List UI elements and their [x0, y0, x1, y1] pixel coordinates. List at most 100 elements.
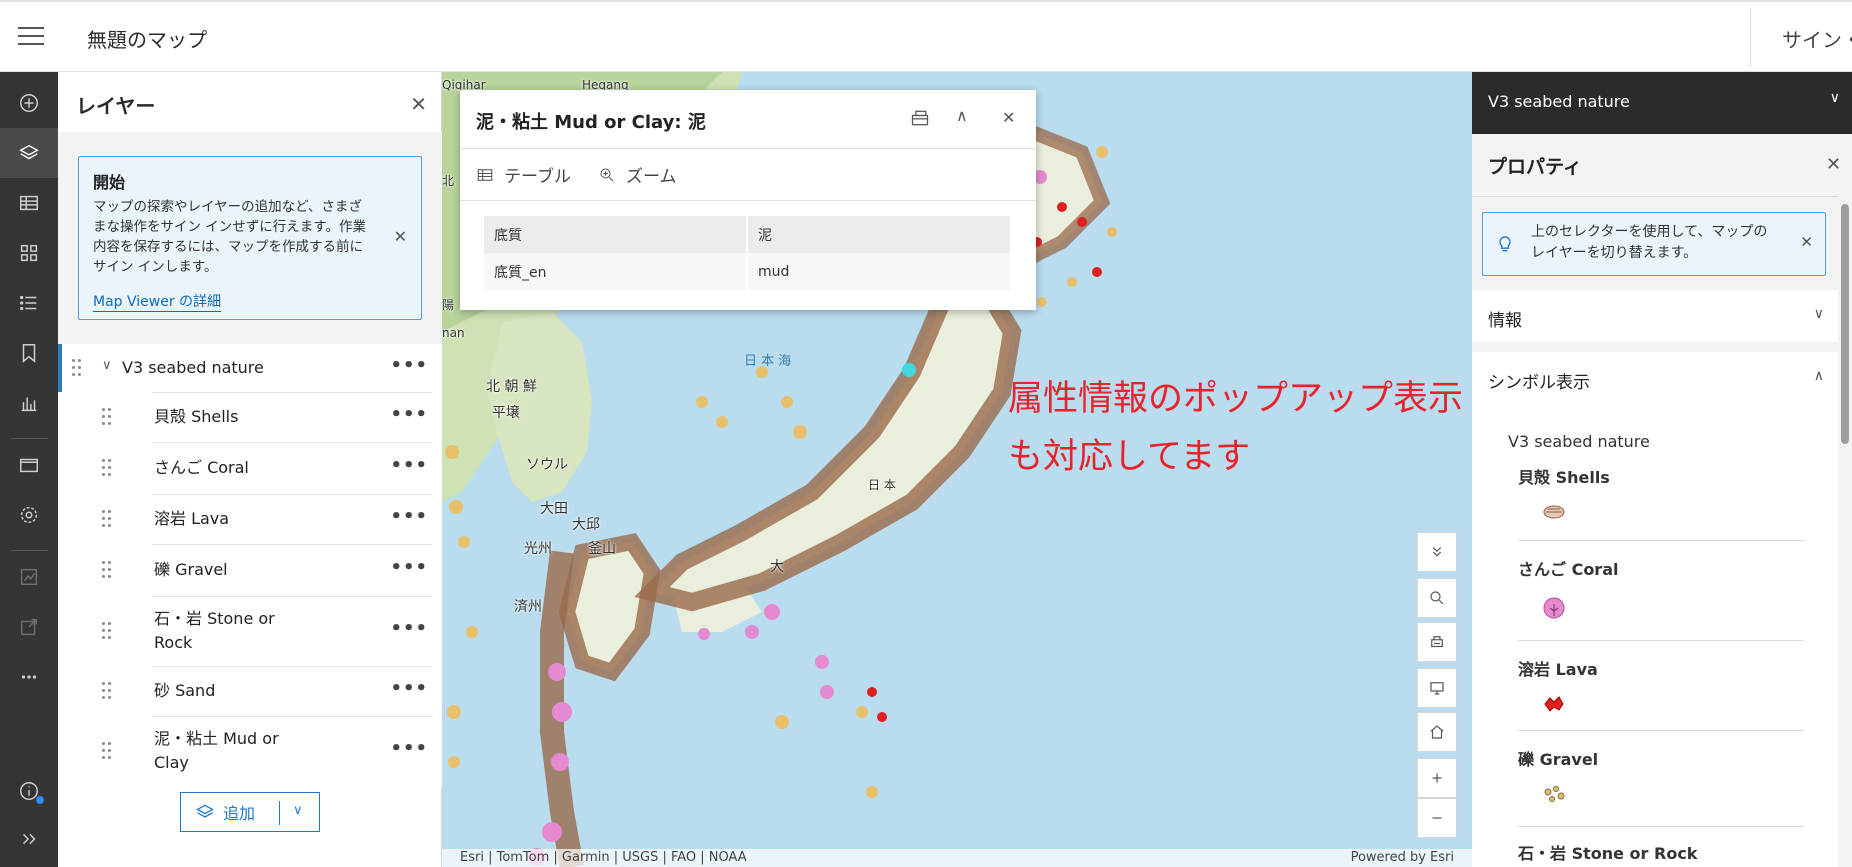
- close-icon[interactable]: ✕: [1800, 233, 1813, 251]
- zoom-in-icon[interactable]: [1417, 758, 1457, 798]
- bookmark-icon[interactable]: [0, 328, 58, 378]
- chart-icon[interactable]: [0, 378, 58, 428]
- layer-row[interactable]: 礫 Gravel •••: [58, 544, 442, 596]
- zoom-action[interactable]: ズーム: [598, 162, 677, 187]
- table-row: 底質_en mud: [484, 253, 1012, 290]
- more-options-icon[interactable]: •••: [390, 678, 428, 699]
- layer-label: 泥・粘土 Mud or Clay: [154, 729, 279, 772]
- layer-label: 礫 Gravel: [154, 560, 228, 579]
- chevron-down-icon[interactable]: ∨: [1830, 90, 1840, 106]
- map-label: ソウル: [526, 457, 568, 473]
- dock-icon[interactable]: [910, 108, 930, 132]
- more-options-icon[interactable]: •••: [390, 506, 428, 527]
- layers-icon[interactable]: [0, 128, 58, 178]
- layer-group-row[interactable]: ∨ V3 seabed nature •••: [58, 344, 442, 392]
- menu-icon[interactable]: [18, 27, 44, 47]
- more-options-icon[interactable]: •••: [390, 355, 428, 376]
- layer-label: 砂 Sand: [154, 681, 216, 700]
- section-label: シンボル表示: [1488, 373, 1590, 393]
- layer-row[interactable]: 溶岩 Lava •••: [58, 494, 442, 544]
- drag-handle-icon[interactable]: [102, 408, 112, 426]
- close-icon[interactable]: ✕: [1002, 108, 1015, 127]
- list-icon[interactable]: [0, 278, 58, 328]
- gear-icon[interactable]: [0, 490, 58, 540]
- notification-dot: [36, 796, 44, 804]
- chevron-up-icon[interactable]: ∧: [1814, 368, 1824, 384]
- drag-handle-icon[interactable]: [102, 561, 112, 579]
- legend-label: 石・岩 Stone or Rock: [1518, 844, 1698, 863]
- close-icon[interactable]: ✕: [1826, 154, 1841, 175]
- layer-row[interactable]: 貝殻 Shells •••: [58, 392, 442, 442]
- search-icon[interactable]: [1417, 578, 1457, 618]
- map-label: nan: [442, 326, 465, 340]
- drag-handle-icon[interactable]: [102, 742, 112, 760]
- layers-panel: レイヤー ✕ 開始 マップの探索やレイヤーの追加など、さまざまな操作をサイン イ…: [58, 72, 442, 867]
- popup-title: 泥・粘土 Mud or Clay: 泥: [476, 112, 706, 133]
- drag-handle-icon[interactable]: [102, 459, 112, 477]
- close-icon[interactable]: ✕: [410, 92, 427, 116]
- zoom-out-icon[interactable]: [1417, 798, 1457, 838]
- attribution-text[interactable]: Esri | TomTom | Garmin | USGS | FAO | NO…: [460, 850, 747, 865]
- tool-rail: [0, 72, 58, 867]
- divider: [10, 438, 48, 439]
- layer-row[interactable]: 泥・粘土 Mud or Clay •••: [58, 716, 442, 786]
- symbology-section: シンボル表示 ∧: [1472, 352, 1838, 867]
- more-options-icon[interactable]: •••: [390, 618, 428, 639]
- more-options-icon[interactable]: •••: [390, 404, 428, 425]
- drag-handle-icon[interactable]: [102, 622, 112, 640]
- table-action[interactable]: テーブル: [476, 162, 571, 187]
- map-label: 済州: [514, 599, 542, 615]
- table-icon[interactable]: [0, 178, 58, 228]
- map-label: 釜山: [588, 541, 616, 557]
- field-value: mud: [747, 253, 1012, 290]
- drag-handle-icon[interactable]: [102, 510, 112, 528]
- attribution-bar: Esri | TomTom | Garmin | USGS | FAO | NO…: [442, 849, 1472, 867]
- layer-group-label: V3 seabed nature: [122, 358, 264, 377]
- feature-popup: 泥・粘土 Mud or Clay: 泥 ∧ ✕ テーブル ズーム 底質 泥 底質…: [460, 90, 1036, 310]
- map-viewer-link[interactable]: Map Viewer の詳細: [93, 291, 222, 312]
- sign-in-button[interactable]: サイン・: [1782, 24, 1852, 53]
- more-options-icon[interactable]: •••: [390, 455, 428, 476]
- layer-row[interactable]: 砂 Sand •••: [58, 666, 442, 716]
- more-icon[interactable]: [0, 652, 58, 702]
- chevron-up-icon[interactable]: ∧: [956, 106, 968, 125]
- chevron-down-icon[interactable]: ∨: [102, 358, 112, 373]
- powered-by-text[interactable]: Powered by Esri: [1351, 850, 1454, 865]
- more-options-icon[interactable]: •••: [390, 738, 428, 759]
- print-icon[interactable]: [1417, 622, 1457, 662]
- more-options-icon[interactable]: •••: [390, 557, 428, 578]
- expand-icon[interactable]: [0, 814, 58, 864]
- layer-label: さんご Coral: [154, 458, 249, 477]
- map-label: 大邱: [572, 517, 600, 533]
- drag-handle-icon[interactable]: [72, 359, 82, 377]
- layer-label: 溶岩 Lava: [154, 509, 230, 528]
- layer-row[interactable]: 石・岩 Stone or Rock •••: [58, 596, 442, 666]
- table-icon: [477, 168, 493, 181]
- layer-label: 石・岩 Stone or Rock: [154, 609, 275, 652]
- drag-handle-icon[interactable]: [102, 682, 112, 700]
- chevron-down-icon[interactable]: ∨: [293, 803, 303, 818]
- map-label: 光州: [524, 541, 552, 557]
- add-layer-button[interactable]: 追加 ∨: [180, 792, 320, 832]
- legend-icon[interactable]: [0, 228, 58, 278]
- chevron-down-icon[interactable]: ∨: [1814, 306, 1824, 322]
- layer-selector[interactable]: V3 seabed nature ∨: [1472, 72, 1852, 134]
- folder-icon[interactable]: [0, 440, 58, 490]
- close-icon[interactable]: ✕: [394, 227, 407, 246]
- home-icon[interactable]: [1417, 712, 1457, 752]
- panel-title: レイヤー: [76, 94, 156, 118]
- layer-row[interactable]: さんご Coral •••: [58, 442, 442, 494]
- screen-icon[interactable]: [1417, 668, 1457, 708]
- scrollbar-thumb[interactable]: [1841, 204, 1849, 444]
- analysis-icon[interactable]: [0, 552, 58, 602]
- section-label: 情報: [1488, 311, 1522, 331]
- info-section[interactable]: 情報 ∨: [1472, 290, 1838, 342]
- map-title[interactable]: 無題のマップ: [87, 24, 207, 53]
- info-icon[interactable]: [0, 766, 58, 816]
- collapse-icon[interactable]: [1417, 532, 1457, 572]
- layers-icon: [196, 804, 214, 818]
- share-icon[interactable]: [0, 602, 58, 652]
- add-icon[interactable]: [0, 78, 58, 128]
- lava-symbol-icon: [1544, 696, 1564, 712]
- layer-label: 貝殻 Shells: [154, 407, 239, 426]
